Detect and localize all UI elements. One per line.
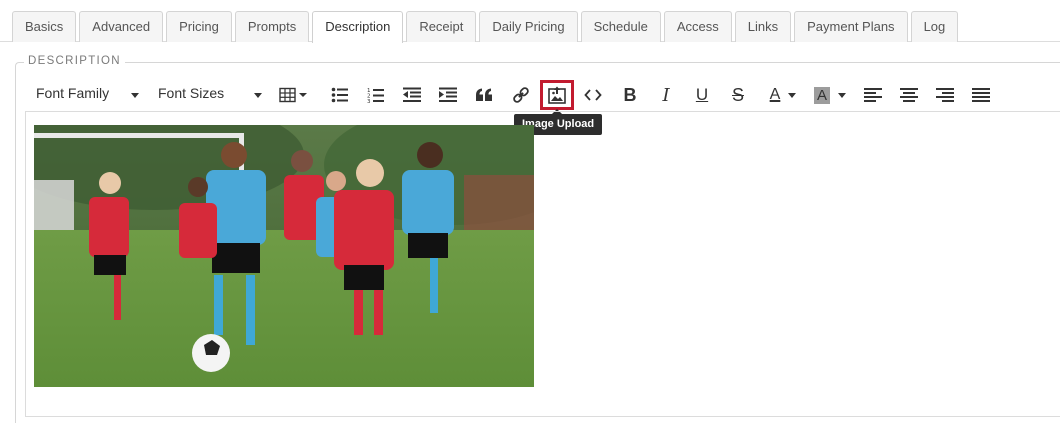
bold-button[interactable]: B xyxy=(617,82,643,108)
numbered-list-button[interactable]: 1 2 3 xyxy=(363,82,389,108)
chevron-down-icon xyxy=(838,92,846,98)
tab-daily-pricing[interactable]: Daily Pricing xyxy=(479,11,578,42)
editor-image[interactable] xyxy=(34,125,534,387)
quote-button[interactable] xyxy=(471,82,497,108)
font-family-chevron-down-icon[interactable] xyxy=(131,93,139,98)
tab-schedule[interactable]: Schedule xyxy=(580,11,661,42)
align-center-icon xyxy=(900,88,918,102)
image-upload-highlight xyxy=(540,80,574,110)
outdent-icon xyxy=(403,87,421,102)
align-right-button[interactable] xyxy=(932,82,958,108)
font-color-button[interactable]: A xyxy=(763,82,803,108)
justify-icon xyxy=(972,88,990,102)
tab-pricing[interactable]: Pricing xyxy=(166,11,232,42)
bullet-list-icon xyxy=(331,87,348,103)
tab-prompts[interactable]: Prompts xyxy=(234,11,310,42)
tab-advanced[interactable]: Advanced xyxy=(79,11,164,42)
section-legend: DESCRIPTION xyxy=(24,55,125,67)
code-icon xyxy=(584,89,602,101)
underline-icon: U xyxy=(695,85,709,104)
indent-button[interactable] xyxy=(435,82,461,108)
indent-icon xyxy=(439,87,457,102)
font-family-dropdown[interactable]: Font Family xyxy=(36,85,109,101)
tab-basics[interactable]: Basics xyxy=(12,11,77,42)
background-color-icon: A xyxy=(814,86,830,104)
font-color-icon: A xyxy=(769,86,781,103)
justify-button[interactable] xyxy=(968,82,994,108)
outdent-button[interactable] xyxy=(399,82,425,108)
code-view-button[interactable] xyxy=(580,82,606,108)
bold-icon: B xyxy=(623,84,637,105)
strikethrough-button[interactable]: S xyxy=(725,82,751,108)
soccer-photo xyxy=(34,125,534,387)
align-left-button[interactable] xyxy=(860,82,886,108)
bullet-list-button[interactable] xyxy=(327,82,353,108)
link-icon xyxy=(513,87,529,103)
underline-button[interactable]: U xyxy=(689,82,715,108)
italic-button[interactable]: I xyxy=(653,82,679,108)
tab-bar: Basics Advanced Pricing Prompts Descript… xyxy=(0,11,1060,43)
italic-icon: I xyxy=(662,84,670,106)
numbered-list-icon: 1 2 3 xyxy=(367,88,384,104)
tab-receipt[interactable]: Receipt xyxy=(406,11,477,42)
tab-payment-plans[interactable]: Payment Plans xyxy=(794,11,908,42)
table-button[interactable] xyxy=(276,82,310,108)
tab-description[interactable]: Description xyxy=(312,11,404,43)
chevron-down-icon xyxy=(788,92,797,98)
font-sizes-dropdown[interactable]: Font Sizes xyxy=(158,85,224,101)
tab-log[interactable]: Log xyxy=(910,11,959,42)
strikethrough-icon: S xyxy=(731,84,744,105)
svg-text:3: 3 xyxy=(367,99,371,104)
link-button[interactable] xyxy=(508,82,534,108)
align-right-icon xyxy=(936,88,954,102)
table-icon xyxy=(279,87,307,103)
align-left-icon xyxy=(864,88,882,102)
tab-links[interactable]: Links xyxy=(734,11,792,42)
background-color-button[interactable]: A xyxy=(810,82,850,108)
quote-icon xyxy=(476,88,492,101)
tab-access[interactable]: Access xyxy=(663,11,732,42)
align-center-button[interactable] xyxy=(896,82,922,108)
font-sizes-chevron-down-icon[interactable] xyxy=(254,93,262,98)
